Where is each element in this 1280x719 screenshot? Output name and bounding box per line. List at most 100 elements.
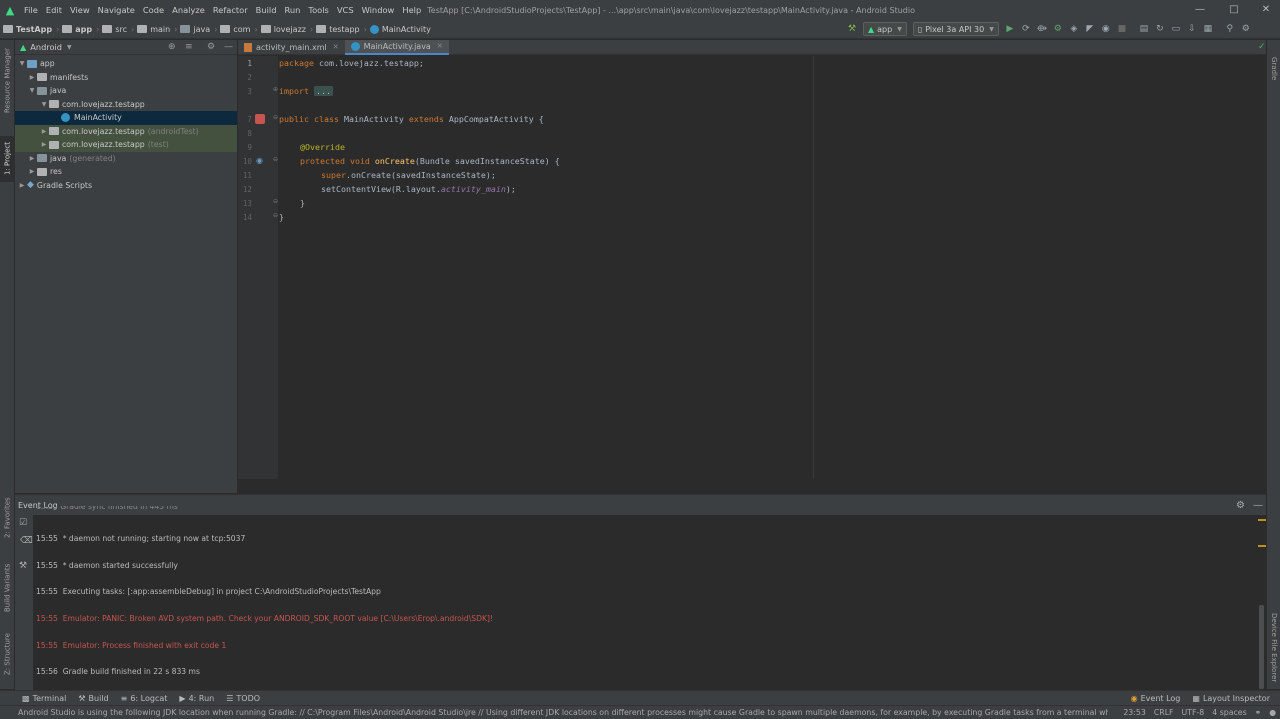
menu-navigate[interactable]: Navigate — [94, 0, 139, 20]
chevron-down-icon[interactable]: ▼ — [67, 44, 72, 51]
file-encoding[interactable]: UTF-8 — [1182, 708, 1205, 717]
expanded-arrow-icon[interactable]: ▼ — [39, 101, 49, 108]
tab-activity-main-xml[interactable]: activity_main.xml ✕ — [238, 40, 345, 55]
debug-icon[interactable]: ⚙ — [1050, 21, 1066, 37]
tree-item-java[interactable]: ▼ java — [15, 84, 237, 98]
build-tab[interactable]: ⚒ Build — [72, 691, 114, 706]
fold-icon[interactable]: ⊕ — [273, 86, 278, 93]
breadcrumb-mainactivity[interactable]: MainActivity — [382, 25, 431, 34]
layout-inspector-icon[interactable]: ▦ — [1200, 21, 1216, 37]
fold-icon[interactable]: ⊖ — [273, 156, 278, 163]
indent-setting[interactable]: 4 spaces — [1212, 708, 1246, 717]
hide-panel-icon[interactable]: — — [1253, 500, 1263, 511]
menu-build[interactable]: Build — [252, 0, 281, 20]
maximize-button[interactable]: □ — [1218, 0, 1250, 20]
caret-position[interactable]: 23:53 — [1123, 708, 1145, 717]
fold-icon[interactable]: ⊖ — [273, 212, 278, 219]
search-everywhere-icon[interactable]: ⚲ — [1222, 21, 1238, 37]
event-log-tab[interactable]: ◉ Event Log — [1125, 691, 1187, 706]
status-message[interactable]: Android Studio is using the following JD… — [18, 708, 1108, 717]
device-select[interactable]: ▯ Pixel 3a API 30 ▼ — [912, 22, 999, 36]
menu-tools[interactable]: Tools — [304, 0, 332, 20]
project-tool-tab[interactable]: 1: Project — [0, 136, 15, 182]
gear-icon[interactable]: ⚙ — [1236, 500, 1245, 511]
settings-icon[interactable]: ⚙ — [1238, 21, 1254, 37]
breadcrumb-app[interactable]: app — [75, 25, 92, 34]
menu-view[interactable]: View — [66, 0, 94, 20]
tree-item-java-generated[interactable]: ▶ java (generated) — [15, 152, 237, 166]
collapsed-arrow-icon[interactable]: ▶ — [27, 155, 37, 162]
fold-icon[interactable]: ⊖ — [273, 198, 278, 205]
lock-icon[interactable]: ⚭ — [1255, 708, 1262, 717]
breadcrumb-src[interactable]: src — [115, 25, 127, 34]
sdk-manager-icon[interactable]: ⇩ — [1184, 21, 1200, 37]
favorites-tab[interactable]: 2: Favorites — [0, 496, 15, 540]
structure-tab[interactable]: Z: Structure — [0, 632, 15, 676]
collapsed-arrow-icon[interactable]: ▶ — [39, 128, 49, 135]
todo-tab[interactable]: ☰ TODO — [220, 691, 266, 706]
run-tab[interactable]: ▶ 4: Run — [173, 691, 220, 706]
project-view-select[interactable]: Android — [30, 42, 62, 52]
tree-item-gradle-scripts[interactable]: ▶ ◆ Gradle Scripts — [15, 179, 237, 193]
breadcrumb-testapp-pkg[interactable]: testapp — [329, 25, 359, 34]
tree-item-mainactivity[interactable]: MainActivity — [15, 111, 237, 125]
collapsed-arrow-icon[interactable]: ▶ — [27, 168, 37, 175]
build-variants-tab[interactable]: Build Variants — [0, 560, 15, 616]
gear-icon[interactable]: ⚙ — [207, 42, 215, 52]
run-activity-gutter-icon[interactable] — [255, 114, 265, 124]
line-separator[interactable]: CRLF — [1154, 708, 1174, 717]
wrench-icon[interactable]: ⚒ — [19, 561, 27, 571]
clear-all-icon[interactable]: ⌫ — [20, 536, 33, 546]
fold-icon[interactable]: ⊖ — [273, 114, 278, 121]
run-config-select[interactable]: ▲ app ▼ — [863, 22, 907, 36]
collapsed-arrow-icon[interactable]: ▶ — [17, 182, 27, 189]
code-editor[interactable]: package com.lovejazz.testapp; import ...… — [279, 56, 813, 493]
avd-manager-icon[interactable]: ▭ — [1168, 21, 1184, 37]
gradle-tab[interactable]: Gradle — [1267, 54, 1280, 84]
expanded-arrow-icon[interactable]: ▼ — [27, 87, 37, 94]
layout-inspector-tab[interactable]: ▦ Layout Inspector — [1186, 691, 1276, 706]
close-tab-icon[interactable]: ✕ — [333, 43, 339, 51]
collapse-all-icon[interactable]: ≡ — [185, 42, 193, 52]
folded-imports[interactable]: ... — [313, 86, 333, 96]
tree-item-package[interactable]: ▼ com.lovejazz.testapp — [15, 98, 237, 112]
collapsed-arrow-icon[interactable]: ▶ — [27, 74, 37, 81]
terminal-tab[interactable]: ▩ Terminal — [16, 691, 72, 706]
breadcrumb-lovejazz[interactable]: lovejazz — [274, 25, 306, 34]
sync-gradle-icon[interactable]: ↻ — [1152, 21, 1168, 37]
close-button[interactable]: ✕ — [1250, 0, 1280, 20]
tree-item-package-test[interactable]: ▶ com.lovejazz.testapp (test) — [15, 138, 237, 152]
menu-file[interactable]: File — [20, 0, 42, 20]
menu-edit[interactable]: Edit — [42, 0, 66, 20]
hide-panel-icon[interactable]: — — [224, 42, 233, 52]
minimize-button[interactable]: — — [1184, 0, 1216, 20]
override-gutter-icon[interactable]: ◉ — [256, 156, 263, 165]
breadcrumb-main[interactable]: main — [150, 25, 170, 34]
close-tab-icon[interactable]: ✕ — [437, 42, 443, 50]
resource-manager-tab[interactable]: Resource Manager — [0, 46, 15, 114]
tree-item-manifests[interactable]: ▶ manifests — [15, 71, 237, 85]
menu-help[interactable]: Help — [398, 0, 425, 20]
menu-analyze[interactable]: Analyze — [168, 0, 209, 20]
project-structure-icon[interactable]: ▤ — [1136, 21, 1152, 37]
run-icon[interactable]: ▶ — [1002, 21, 1018, 37]
breadcrumb-testapp[interactable]: TestApp — [16, 25, 52, 34]
menu-refactor[interactable]: Refactor — [209, 0, 252, 20]
profile-icon[interactable]: ◈ — [1066, 21, 1082, 37]
expanded-arrow-icon[interactable]: ▼ — [17, 60, 27, 67]
device-file-explorer-tab[interactable]: Device File Explorer — [1267, 610, 1280, 686]
tree-item-res[interactable]: ▶ res — [15, 165, 237, 179]
mark-all-read-icon[interactable]: ☑ — [19, 518, 27, 528]
apply-code-changes-icon[interactable]: ⟴ — [1034, 21, 1050, 37]
breadcrumb-com[interactable]: com — [233, 25, 250, 34]
stop-icon[interactable]: ■ — [1114, 21, 1130, 37]
tree-item-app[interactable]: ▼ app — [15, 57, 237, 71]
menu-run[interactable]: Run — [280, 0, 304, 20]
make-project-icon[interactable]: ⚒ — [844, 21, 860, 37]
breadcrumb-java[interactable]: java — [193, 25, 210, 34]
tab-mainactivity-java[interactable]: MainActivity.java ✕ — [344, 39, 449, 55]
log-scrollbar[interactable] — [1259, 605, 1264, 689]
apply-changes-icon[interactable]: ⟳ — [1018, 21, 1034, 37]
attach-debugger-icon[interactable]: ◤ — [1082, 21, 1098, 37]
menu-window[interactable]: Window — [358, 0, 399, 20]
